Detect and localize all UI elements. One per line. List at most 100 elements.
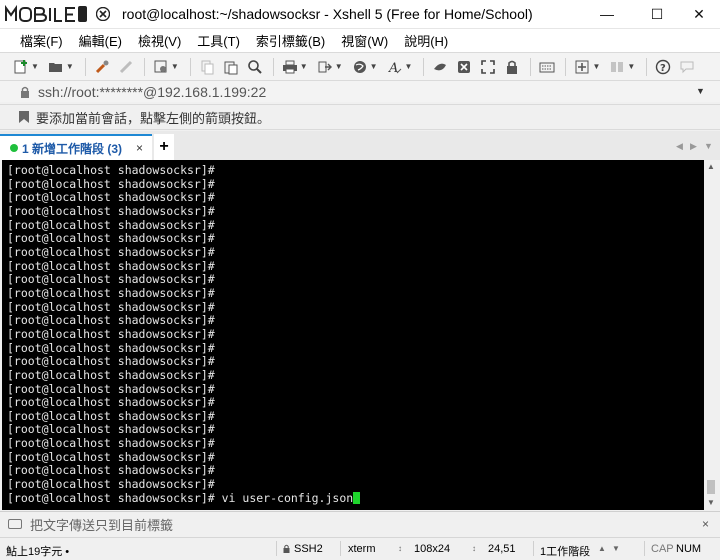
keyboard-icon[interactable] <box>536 56 558 78</box>
add-icon[interactable] <box>571 56 593 78</box>
status-separator <box>276 541 277 556</box>
connected-status-icon <box>10 144 18 152</box>
open-folder-icon[interactable] <box>45 56 67 78</box>
layout-icon[interactable] <box>606 56 628 78</box>
copy-icon[interactable] <box>196 56 218 78</box>
find-icon[interactable] <box>244 56 266 78</box>
globe-icon[interactable] <box>349 56 371 78</box>
terminal-line: [root@localhost shadowsocksr]# <box>7 354 215 369</box>
svg-text:?: ? <box>660 63 666 74</box>
chevron-down-icon[interactable]: ▼ <box>405 62 413 71</box>
close-button[interactable]: ✕ <box>676 0 720 28</box>
tab-session-1[interactable]: 1 新增工作階段 (3) × <box>0 134 152 160</box>
svg-text:A: A <box>388 61 398 75</box>
minimize-button[interactable]: — <box>584 0 630 28</box>
terminal-line: [root@localhost shadowsocksr]# <box>7 436 215 451</box>
chevron-down-icon[interactable]: ▼ <box>592 62 600 71</box>
chevron-down-icon[interactable]: ▼ <box>370 62 378 71</box>
status-protocol: SSH2 <box>294 543 323 555</box>
menu-tools[interactable]: 工具(T) <box>189 31 248 50</box>
scroll-down-icon[interactable]: ▼ <box>707 498 715 507</box>
close-compose-icon[interactable]: × <box>702 517 709 531</box>
terminal-line: [root@localhost shadowsocksr]# <box>7 408 215 423</box>
tab-next-icon[interactable]: ▶ <box>690 141 697 152</box>
tab-prev-icon[interactable]: ◀ <box>676 141 683 152</box>
terminal-line: [root@localhost shadowsocksr]# <box>7 244 215 259</box>
chat-icon[interactable] <box>676 56 698 78</box>
bookmark-icon[interactable] <box>18 110 30 124</box>
compose-input[interactable]: 把文字傳送只到目前標籤 <box>30 515 173 534</box>
fullscreen-icon[interactable] <box>477 56 499 78</box>
terminal-output[interactable]: [root@localhost shadowsocksr]# [root@loca… <box>2 160 704 510</box>
terminal-line: [root@localhost shadowsocksr]# <box>7 463 215 478</box>
toolbar-separator <box>84 57 86 76</box>
window-title: root@localhost:~/shadowsocksr - Xshell 5… <box>122 6 533 22</box>
add-tab-button[interactable]: + <box>154 134 174 160</box>
terminal-line: [root@localhost shadowsocksr]# <box>7 326 215 341</box>
scroll-up-icon[interactable]: ▲ <box>707 162 715 171</box>
close-tab-icon[interactable]: × <box>136 141 143 155</box>
terminal-line: [root@localhost shadowsocksr]# <box>7 203 215 218</box>
chevron-down-icon[interactable]: ▼ <box>171 62 179 71</box>
menu-tabs[interactable]: 索引標籤(B) <box>248 31 333 50</box>
terminal-scrollbar[interactable]: ▲ ▼ <box>704 160 718 510</box>
menu-window[interactable]: 視窗(W) <box>333 31 396 50</box>
toolbar-separator <box>530 57 532 76</box>
terminal-line: [root@localhost shadowsocksr]# <box>7 449 215 464</box>
chevron-down-icon[interactable]: ▼ <box>627 62 635 71</box>
title-bar: root@localhost:~/shadowsocksr - Xshell 5… <box>0 0 720 28</box>
session-hint-bar: 要添加當前會話，點擊左側的箭頭按鈕。 <box>0 104 720 130</box>
status-sessions: 1工作階段 <box>540 546 591 558</box>
menu-view[interactable]: 檢視(V) <box>130 31 189 50</box>
tab-list-icon[interactable]: ▼ <box>704 141 713 151</box>
properties-icon[interactable] <box>150 56 172 78</box>
scroll-thumb[interactable] <box>707 480 715 494</box>
compose-bar[interactable]: 把文字傳送只到目前標籤 × <box>0 511 720 536</box>
status-connection: 鮎上19字元 • <box>6 546 70 558</box>
terminal-line: [root@localhost shadowsocksr]# <box>7 163 215 177</box>
menu-help[interactable]: 說明(H) <box>396 31 456 50</box>
tab-bar: 1 新增工作階段 (3) × + ◀ ▶ ▼ <box>0 131 720 160</box>
resize-icon: ↕ <box>398 544 402 553</box>
terminal-line: [root@localhost shadowsocksr]# <box>7 231 215 246</box>
terminal-line: [root@localhost shadowsocksr]# <box>7 258 215 273</box>
paste-icon[interactable] <box>220 56 242 78</box>
xmanager-icon[interactable] <box>453 56 475 78</box>
maximize-button[interactable]: ☐ <box>634 0 680 28</box>
watermark-logo <box>4 4 88 24</box>
status-separator <box>340 541 341 556</box>
print-icon[interactable] <box>279 56 301 78</box>
session-down-icon[interactable]: ▼ <box>612 544 620 553</box>
session-up-icon[interactable]: ▲ <box>598 544 606 553</box>
chevron-down-icon[interactable]: ▼ <box>300 62 308 71</box>
toolbar: ▼ ▼ ▼ ▼ ▼ ▼ A ▼ ▼ ▼ ? <box>0 52 720 80</box>
status-separator <box>533 541 534 556</box>
terminal-line: [root@localhost shadowsocksr]# <box>7 340 215 355</box>
disconnect-icon[interactable] <box>115 56 137 78</box>
lock-icon[interactable] <box>501 56 523 78</box>
toolbar-separator <box>143 57 145 76</box>
transfer-icon[interactable] <box>314 56 336 78</box>
address-input[interactable]: ssh://root:********@192.168.1.199:22 <box>38 84 266 100</box>
font-icon[interactable]: A <box>384 56 406 78</box>
reconnect-icon[interactable] <box>91 56 113 78</box>
tab-label: 1 新增工作階段 (3) <box>22 141 123 156</box>
status-cursor-position: 24,51 <box>488 543 516 555</box>
menu-edit[interactable]: 編輯(E) <box>71 31 130 50</box>
status-num: NUM <box>676 543 702 555</box>
toolbar-separator <box>565 57 567 76</box>
terminal-line: [root@localhost shadowsocksr]# <box>7 381 215 396</box>
help-icon[interactable]: ? <box>652 56 674 78</box>
chevron-down-icon[interactable]: ▼ <box>696 86 705 96</box>
menu-bar: 檔案(F) 編輯(E) 檢視(V) 工具(T) 索引標籤(B) 視窗(W) 說明… <box>0 28 720 52</box>
chevron-down-icon[interactable]: ▼ <box>31 62 39 71</box>
terminal-line: [root@localhost shadowsocksr]# <box>7 217 215 232</box>
new-session-icon[interactable] <box>10 56 32 78</box>
address-bar[interactable]: ssh://root:********@192.168.1.199:22 ▼ <box>0 80 720 102</box>
xftp-icon[interactable] <box>429 56 451 78</box>
terminal-line: [root@localhost shadowsocksr]# <box>7 272 215 287</box>
chevron-down-icon[interactable]: ▼ <box>66 62 74 71</box>
menu-file[interactable]: 檔案(F) <box>12 31 71 50</box>
status-bar: 鮎上19字元 • SSH2 xterm ↕ 108x24 ↕ 24,51 1工作… <box>0 537 720 560</box>
chevron-down-icon[interactable]: ▼ <box>335 62 343 71</box>
